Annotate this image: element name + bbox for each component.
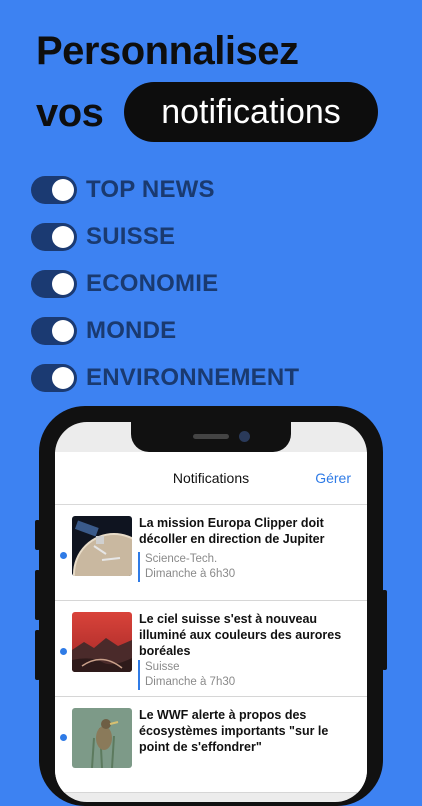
toggle-knob <box>52 319 74 342</box>
toggle-switch[interactable] <box>31 222 77 251</box>
toggle-row-economie[interactable]: ECONOMIE <box>31 260 299 307</box>
notification-item[interactable]: La mission Europa Clipper doit décoller … <box>55 505 367 601</box>
unread-dot-icon <box>60 648 67 655</box>
toggle-knob <box>52 272 74 295</box>
phone-frame: Notifications Gérer La mission Europa Cl… <box>39 406 383 806</box>
spacecraft-thumbnail <box>72 516 132 576</box>
phone-notch <box>131 422 291 452</box>
notifications-navbar: Notifications Gérer <box>55 452 367 505</box>
toggle-label: ENVIRONNEMENT <box>86 363 300 391</box>
notification-time: Dimanche à 7h30 <box>145 676 236 688</box>
notification-time: Dimanche à 6h30 <box>145 568 236 580</box>
toggle-knob <box>52 178 74 201</box>
bird-thumbnail <box>72 708 132 768</box>
notification-category: Science-Tech. <box>145 553 218 565</box>
unread-dot-icon <box>60 552 67 559</box>
toggle-row-environnement[interactable]: ENVIRONNEMENT <box>31 354 299 401</box>
toggle-knob <box>52 225 74 248</box>
toggle-row-monde[interactable]: MONDE <box>31 307 299 354</box>
manage-button[interactable]: Gérer <box>315 470 351 486</box>
notification-title: La mission Europa Clipper doit décoller … <box>139 516 325 546</box>
topic-toggle-list: TOP NEWS SUISSE ECONOMIE MONDE ENVIRONNE… <box>31 166 299 401</box>
notification-meta: Science-Tech. Dimanche à 6h30 <box>138 552 235 582</box>
toggle-knob <box>52 366 74 389</box>
toggle-row-top-news[interactable]: TOP NEWS <box>31 166 299 213</box>
notification-title: Le ciel suisse s'est à nouveau illuminé … <box>139 612 342 658</box>
notification-item[interactable]: Le WWF alerte à propos des écosystèmes i… <box>55 697 367 793</box>
notification-item[interactable]: Le ciel suisse s'est à nouveau illuminé … <box>55 601 367 697</box>
aurora-thumbnail <box>72 612 132 672</box>
phone-screen: Notifications Gérer La mission Europa Cl… <box>55 422 367 802</box>
toggle-switch[interactable] <box>31 269 77 298</box>
headline-line1: Personnalisez <box>36 29 299 73</box>
toggle-label: ECONOMIE <box>86 269 219 297</box>
toggle-row-suisse[interactable]: SUISSE <box>31 213 299 260</box>
notifications-pill: notifications <box>124 82 378 142</box>
front-camera-icon <box>239 431 250 442</box>
notification-category: Suisse <box>145 661 180 673</box>
speaker-grille <box>193 434 229 439</box>
unread-dot-icon <box>60 734 67 741</box>
toggle-switch[interactable] <box>31 316 77 345</box>
toggle-label: TOP NEWS <box>86 175 215 203</box>
toggle-label: SUISSE <box>86 222 176 250</box>
notification-meta: Suisse Dimanche à 7h30 <box>138 660 235 690</box>
notification-title: Le WWF alerte à propos des écosystèmes i… <box>139 708 329 754</box>
toggle-switch[interactable] <box>31 363 77 392</box>
headline-line2-prefix: vos <box>36 91 104 135</box>
toggle-switch[interactable] <box>31 175 77 204</box>
toggle-label: MONDE <box>86 316 177 344</box>
headline: Personnalisez vos <box>36 28 299 135</box>
